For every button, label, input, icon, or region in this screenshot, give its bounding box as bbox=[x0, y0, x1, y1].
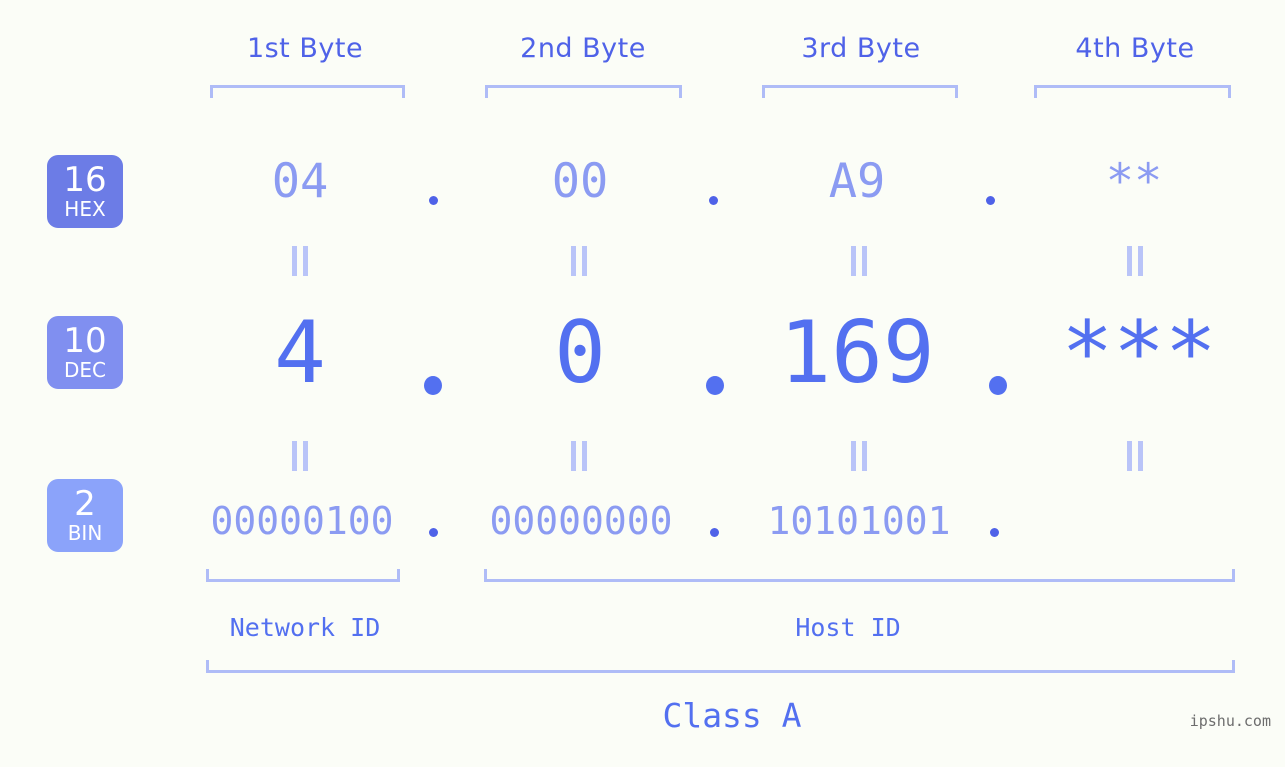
dec-octet-3: 169 bbox=[779, 303, 935, 403]
base-badge-bin-number: 2 bbox=[74, 484, 96, 524]
ip-address-breakdown-diagram: 1st Byte 2nd Byte 3rd Byte 4th Byte 16 H… bbox=[0, 0, 1285, 767]
byte-header-3: 3rd Byte bbox=[801, 33, 921, 64]
byte-bracket-4 bbox=[1034, 85, 1231, 98]
base-badge-dec-abbr: DEC bbox=[63, 358, 106, 382]
equals-connector-dec-bin-4 bbox=[1127, 441, 1145, 471]
equals-connector-hex-dec-4 bbox=[1127, 246, 1145, 276]
base-badge-hex-number: 16 bbox=[63, 160, 107, 200]
bin-octet-3: 10101001 bbox=[767, 499, 951, 543]
dec-dot-1 bbox=[424, 376, 442, 395]
base-badge-hex-abbr: HEX bbox=[64, 197, 106, 221]
hex-octet-4: ** bbox=[1105, 154, 1163, 209]
bin-octet-2: 00000000 bbox=[489, 499, 673, 543]
equals-connector-dec-bin-1 bbox=[292, 441, 310, 471]
site-watermark: ipshu.com bbox=[1189, 712, 1271, 730]
dec-octet-4: *** bbox=[1061, 303, 1217, 403]
host-id-label: Host ID bbox=[795, 613, 901, 642]
base-badge-dec: 10 DEC bbox=[47, 316, 123, 389]
network-id-label: Network ID bbox=[229, 613, 381, 642]
hex-octet-2: 00 bbox=[551, 154, 609, 209]
base-badge-hex: 16 HEX bbox=[47, 155, 123, 228]
byte-bracket-2 bbox=[485, 85, 682, 98]
byte-header-2: 2nd Byte bbox=[520, 33, 646, 64]
hex-octet-3: A9 bbox=[828, 154, 886, 209]
byte-header-4: 4th Byte bbox=[1075, 33, 1195, 64]
dec-dot-3 bbox=[989, 376, 1007, 395]
hex-dot-2 bbox=[709, 196, 718, 205]
equals-connector-dec-bin-2 bbox=[571, 441, 589, 471]
dec-dot-2 bbox=[706, 376, 724, 395]
equals-connector-dec-bin-3 bbox=[851, 441, 869, 471]
class-bracket bbox=[206, 660, 1235, 673]
byte-bracket-3 bbox=[762, 85, 958, 98]
bin-dot-2 bbox=[710, 528, 719, 537]
hex-octet-1: 04 bbox=[271, 154, 329, 209]
hex-dot-3 bbox=[986, 196, 995, 205]
bin-dot-1 bbox=[429, 528, 438, 537]
base-badge-dec-number: 10 bbox=[63, 321, 107, 361]
host-id-bracket bbox=[484, 569, 1235, 582]
base-badge-bin-abbr: BIN bbox=[67, 521, 103, 545]
network-id-bracket bbox=[206, 569, 400, 582]
dec-octet-2: 0 bbox=[554, 303, 606, 403]
dec-octet-1: 4 bbox=[274, 303, 326, 403]
bin-octet-1: 00000100 bbox=[210, 499, 394, 543]
hex-dot-1 bbox=[429, 196, 438, 205]
equals-connector-hex-dec-3 bbox=[851, 246, 869, 276]
class-label: Class A bbox=[662, 696, 802, 735]
byte-header-1: 1st Byte bbox=[246, 33, 364, 64]
byte-bracket-1 bbox=[210, 85, 405, 98]
equals-connector-hex-dec-2 bbox=[571, 246, 589, 276]
equals-connector-hex-dec-1 bbox=[292, 246, 310, 276]
bin-dot-3 bbox=[990, 528, 999, 537]
base-badge-bin: 2 BIN bbox=[47, 479, 123, 552]
